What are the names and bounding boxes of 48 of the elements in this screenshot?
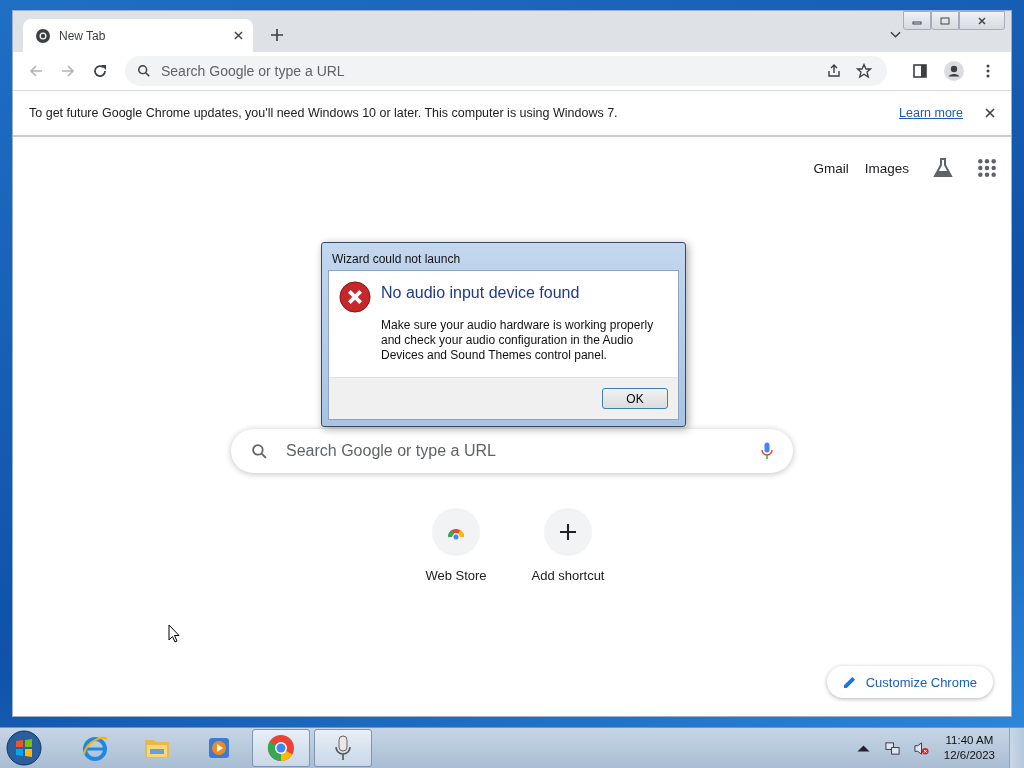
header-link[interactable]: Images [864,160,909,176]
search-icon [137,64,151,78]
profile-icon[interactable] [941,61,967,81]
maximize-icon [940,15,950,26]
bookmark-star-icon[interactable] [853,63,875,79]
close-button[interactable] [959,11,1005,30]
tab-search-icon[interactable] [890,31,901,39]
address-input[interactable]: Search Google or type a URL [159,62,815,80]
shortcut-tile[interactable]: Web Store [412,506,500,583]
dialog-title: Wizard could not launch [331,251,462,268]
microphone-icon[interactable] [761,442,773,460]
shortcut-tile[interactable]: Add shortcut [524,506,612,583]
header-link[interactable]: Gmail [813,160,849,176]
clock-date: 12/6/2023 [943,748,995,763]
close-icon [977,15,987,26]
error-icon [339,281,371,313]
dialog-heading: No audio input device found [381,284,581,302]
tab-title: New Tab [59,28,107,43]
start-button[interactable] [6,730,42,766]
close-icon[interactable] [985,108,995,118]
update-message: To get future Google Chrome updates, you'll need Windows 10 or later. This computer is using Windows 7. [29,106,619,120]
taskbar-button[interactable] [314,729,372,767]
clock-time: 11:40 AM [945,733,994,748]
taskbar-button[interactable] [252,729,310,767]
close-icon[interactable] [234,31,243,40]
search-field[interactable]: Search Google or type a URL [231,429,793,473]
flask-icon[interactable] [933,157,953,179]
muted-speaker-icon[interactable] [913,740,929,756]
dialog-message: Make sure your audio hardware is working properly and check your audio configuration in the Audio Devices and Sound Themes control panel. [381,318,655,363]
chrome-icon [35,27,51,44]
shortcut-label: Add shortcut [531,568,605,583]
learn-more-link[interactable]: Learn more [899,106,963,120]
maximize-button[interactable] [931,11,959,30]
new-tab-icon[interactable] [271,29,283,41]
customize-chrome-button[interactable]: Customize Chrome [826,666,993,698]
search-icon [251,442,268,460]
browser-tab[interactable]: New Tab [23,19,253,52]
chrome-icon [267,734,295,762]
shortcut-label: Web Store [425,568,487,583]
internet-explorer-icon [81,734,109,762]
clock[interactable]: 11:40 AM 12/6/2023 [937,733,1005,763]
address-bar[interactable]: Search Google or type a URL [125,56,887,86]
ok-button[interactable]: OK [602,388,668,409]
mouse-pointer-icon [168,624,180,643]
network-icon[interactable] [884,740,900,756]
pencil-icon [842,675,856,689]
apps-grid-icon[interactable] [977,157,997,179]
plus-icon [558,524,578,540]
